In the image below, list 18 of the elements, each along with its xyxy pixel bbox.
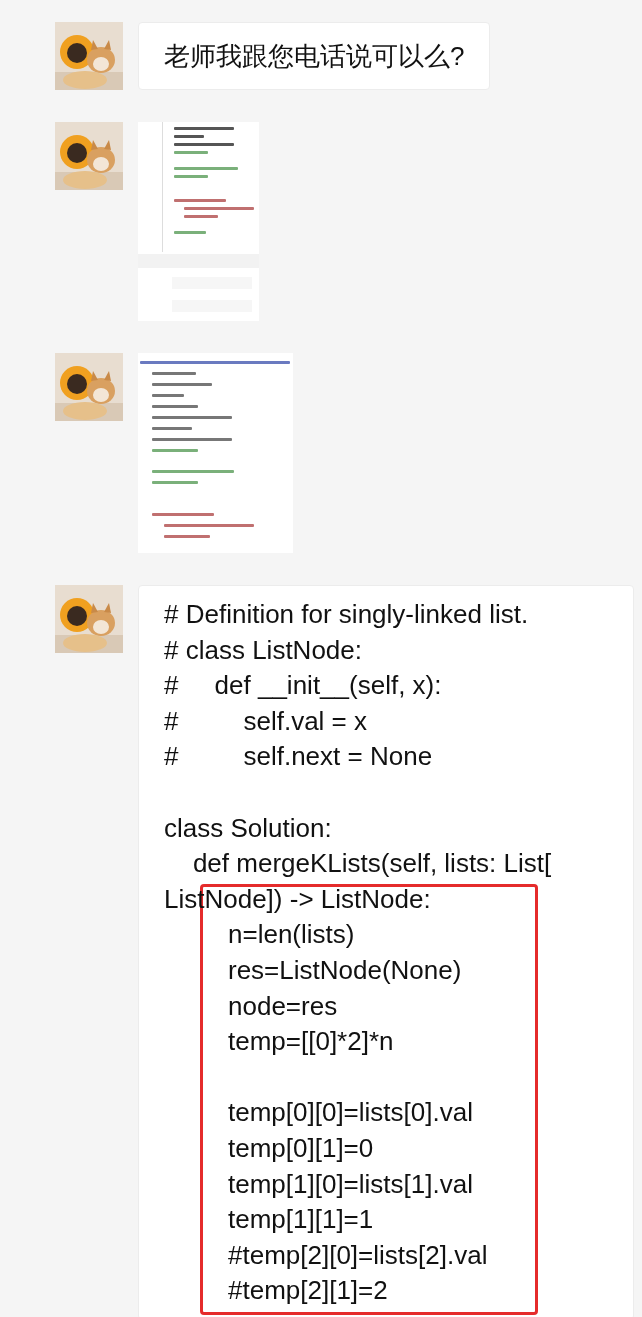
code-line: temp[0][1]=0 [228, 1131, 375, 1165]
code-line: # self.next = None [164, 740, 434, 774]
code-line: temp[0][0]=lists[0].val [228, 1096, 474, 1130]
code-line: temp=[[0]*2]*n [228, 1025, 395, 1059]
message-bubble: 老师我跟您电话说可以么? [138, 22, 491, 90]
code-line: temp[1][1]=1 [228, 1203, 375, 1237]
code-line: res=ListNode(None) [228, 953, 463, 987]
code-line: # self.val = x [164, 704, 369, 738]
code-line: def mergeKLists(self, lists: List[ [191, 847, 553, 881]
code-line: temp[1][0]=lists[1].val [228, 1167, 474, 1201]
code-line: node=res [228, 989, 339, 1023]
code-line: # def __init__(self, x): [164, 669, 443, 703]
code-line: # Definition for singly-linked list. [164, 598, 530, 631]
code-line: #temp[2][0]=lists[2].val [228, 1238, 489, 1272]
code-line: n=len(lists) [228, 918, 356, 952]
code-line: # class ListNode: [164, 633, 363, 667]
code-line: #temp[2][1]=2 [228, 1274, 389, 1308]
code-line: class Solution: [164, 811, 333, 845]
